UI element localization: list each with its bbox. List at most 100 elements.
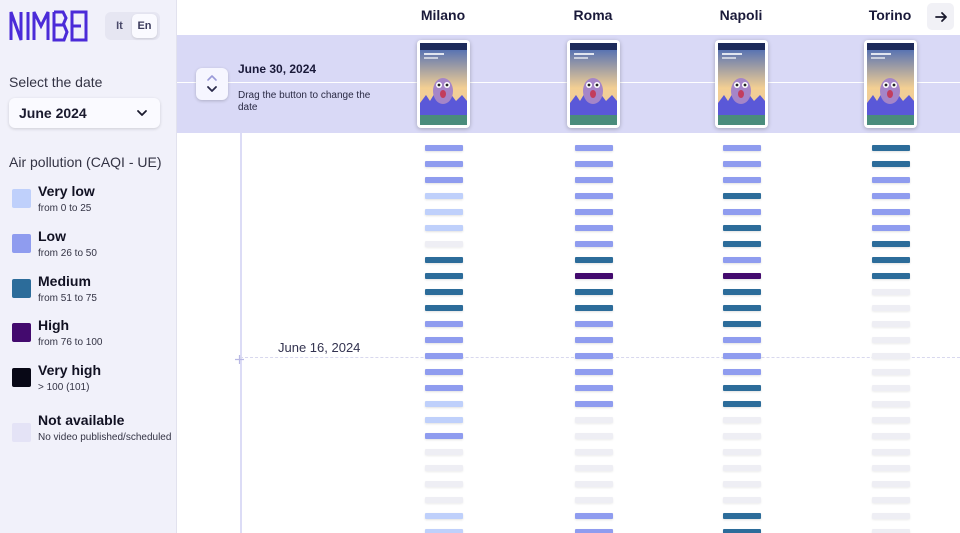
day-bar-very-low[interactable]: [425, 513, 463, 519]
day-bar-medium[interactable]: [425, 305, 463, 311]
day-bar-low[interactable]: [575, 369, 613, 375]
day-bar-high[interactable]: [723, 273, 761, 279]
day-bar-low[interactable]: [872, 209, 910, 215]
day-bar-na[interactable]: [872, 289, 910, 295]
day-bar-low[interactable]: [723, 161, 761, 167]
day-bar-na[interactable]: [425, 497, 463, 503]
day-bar-medium[interactable]: [723, 321, 761, 327]
day-bar-na[interactable]: [723, 417, 761, 423]
day-bar-low[interactable]: [575, 401, 613, 407]
day-bar-medium[interactable]: [575, 257, 613, 263]
day-bar-very-low[interactable]: [425, 225, 463, 231]
day-bar-medium[interactable]: [425, 289, 463, 295]
day-bar-low[interactable]: [575, 177, 613, 183]
day-bar-na[interactable]: [723, 465, 761, 471]
day-bar-na[interactable]: [575, 481, 613, 487]
day-bar-na[interactable]: [425, 465, 463, 471]
day-bar-na[interactable]: [872, 529, 910, 533]
day-bar-na[interactable]: [723, 481, 761, 487]
day-bar-na[interactable]: [872, 465, 910, 471]
nimbo-logo[interactable]: [9, 10, 89, 42]
day-bar-low[interactable]: [575, 337, 613, 343]
lang-it-button[interactable]: It: [107, 14, 132, 38]
day-bar-na[interactable]: [872, 321, 910, 327]
day-bar-na[interactable]: [872, 417, 910, 423]
day-bar-na[interactable]: [872, 401, 910, 407]
day-bar-na[interactable]: [872, 449, 910, 455]
day-bar-na[interactable]: [872, 513, 910, 519]
day-bar-low[interactable]: [575, 145, 613, 151]
day-bar-low[interactable]: [425, 145, 463, 151]
next-cities-button[interactable]: [927, 3, 954, 30]
day-bar-medium[interactable]: [872, 241, 910, 247]
day-bar-na[interactable]: [425, 449, 463, 455]
day-bar-medium[interactable]: [723, 513, 761, 519]
day-bar-medium[interactable]: [575, 305, 613, 311]
day-bar-medium[interactable]: [723, 193, 761, 199]
day-bar-low[interactable]: [425, 433, 463, 439]
day-bar-na[interactable]: [872, 433, 910, 439]
day-bar-low[interactable]: [425, 337, 463, 343]
day-bar-low[interactable]: [575, 321, 613, 327]
day-bar-medium[interactable]: [723, 289, 761, 295]
day-bar-low[interactable]: [723, 177, 761, 183]
day-bar-na[interactable]: [575, 465, 613, 471]
day-bar-na[interactable]: [425, 241, 463, 247]
day-bar-low[interactable]: [723, 257, 761, 263]
day-bar-low[interactable]: [723, 369, 761, 375]
video-thumbnail-milano[interactable]: [417, 40, 470, 128]
day-bar-low[interactable]: [425, 161, 463, 167]
day-bar-medium[interactable]: [872, 161, 910, 167]
day-bar-low[interactable]: [425, 353, 463, 359]
day-bar-low[interactable]: [575, 209, 613, 215]
day-bar-medium[interactable]: [425, 273, 463, 279]
day-bar-na[interactable]: [723, 497, 761, 503]
day-bar-na[interactable]: [872, 337, 910, 343]
day-bar-very-low[interactable]: [425, 529, 463, 533]
day-bar-na[interactable]: [872, 481, 910, 487]
day-bar-medium[interactable]: [575, 289, 613, 295]
day-bar-high[interactable]: [575, 273, 613, 279]
day-bar-na[interactable]: [723, 449, 761, 455]
day-bar-low[interactable]: [425, 177, 463, 183]
day-bar-medium[interactable]: [872, 273, 910, 279]
day-bar-low[interactable]: [575, 241, 613, 247]
day-bar-low[interactable]: [723, 353, 761, 359]
day-bar-medium[interactable]: [723, 305, 761, 311]
month-select[interactable]: June 2024: [9, 98, 160, 128]
video-thumbnail-torino[interactable]: [864, 40, 917, 128]
day-bar-low[interactable]: [575, 513, 613, 519]
video-thumbnail-roma[interactable]: [567, 40, 620, 128]
day-bar-low[interactable]: [872, 177, 910, 183]
lang-en-button[interactable]: En: [132, 14, 157, 38]
day-bar-low[interactable]: [575, 225, 613, 231]
day-bar-na[interactable]: [872, 305, 910, 311]
day-bar-very-low[interactable]: [425, 209, 463, 215]
day-bar-low[interactable]: [723, 209, 761, 215]
day-bar-low[interactable]: [575, 161, 613, 167]
day-bar-medium[interactable]: [872, 145, 910, 151]
day-bar-na[interactable]: [872, 497, 910, 503]
day-bar-medium[interactable]: [723, 241, 761, 247]
day-bar-very-low[interactable]: [425, 417, 463, 423]
day-bar-na[interactable]: [575, 449, 613, 455]
day-bar-low[interactable]: [425, 385, 463, 391]
day-bar-medium[interactable]: [723, 225, 761, 231]
day-bar-na[interactable]: [575, 417, 613, 423]
day-bar-very-low[interactable]: [425, 193, 463, 199]
day-bar-medium[interactable]: [872, 257, 910, 263]
day-bar-na[interactable]: [575, 497, 613, 503]
day-bar-medium[interactable]: [723, 529, 761, 533]
day-bar-low[interactable]: [575, 385, 613, 391]
video-thumbnail-napoli[interactable]: [715, 40, 768, 128]
day-bar-medium[interactable]: [723, 385, 761, 391]
day-bar-na[interactable]: [425, 481, 463, 487]
day-bar-low[interactable]: [575, 529, 613, 533]
day-bar-na[interactable]: [872, 369, 910, 375]
day-bar-low[interactable]: [872, 225, 910, 231]
day-bar-low[interactable]: [425, 369, 463, 375]
day-bar-na[interactable]: [723, 433, 761, 439]
day-bar-medium[interactable]: [723, 401, 761, 407]
day-bar-low[interactable]: [575, 353, 613, 359]
day-bar-medium[interactable]: [425, 257, 463, 263]
